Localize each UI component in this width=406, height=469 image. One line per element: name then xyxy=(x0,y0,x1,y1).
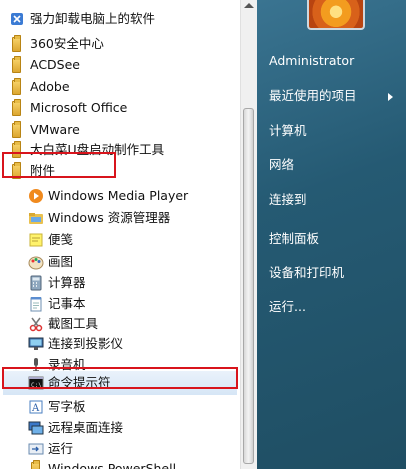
program-item-windows-explorer[interactable]: Windows 资源管理器 xyxy=(0,207,238,229)
run-icon xyxy=(28,441,44,457)
program-label: 画图 xyxy=(48,254,74,269)
program-item-uninstaller[interactable]: 强力卸载电脑上的软件 xyxy=(0,8,238,30)
folder-icon xyxy=(12,35,21,52)
projector-icon xyxy=(28,336,44,352)
program-item-calculator[interactable]: 计算器 xyxy=(0,272,238,294)
explorer-icon xyxy=(28,210,44,226)
right-pane: Administrator 最近使用的项目 计算机 网络 连接到 控制面板 设备… xyxy=(257,0,406,469)
program-label: 计算器 xyxy=(48,275,86,290)
program-item-snipping-tool[interactable]: 截图工具 xyxy=(0,313,238,335)
wordpad-icon: A xyxy=(28,399,44,415)
user-name-link[interactable]: Administrator xyxy=(269,51,354,71)
program-label: 截图工具 xyxy=(48,316,99,331)
programs-pane: 强力卸载电脑上的软件 360安全中心 ACDSee Adobe Microsof… xyxy=(0,0,257,469)
program-label: 远程桌面连接 xyxy=(48,420,124,435)
program-label: Windows 资源管理器 xyxy=(48,210,171,225)
program-label: 写字板 xyxy=(48,399,86,414)
program-label: 运行 xyxy=(48,441,74,456)
folder-icon xyxy=(12,56,21,73)
run-link[interactable]: 运行... xyxy=(269,297,306,317)
computer-link[interactable]: 计算机 xyxy=(269,121,307,141)
program-folder-adobe[interactable]: Adobe xyxy=(0,76,238,98)
program-label: 强力卸载电脑上的软件 xyxy=(30,11,156,26)
folder-icon xyxy=(12,78,21,95)
accessories-highlight-box xyxy=(2,152,116,178)
program-item-windows-media-player[interactable]: Windows Media Player xyxy=(0,185,238,207)
scroll-up-arrow-icon[interactable] xyxy=(244,3,254,8)
program-item-connect-projector[interactable]: 连接到投影仪 xyxy=(0,333,238,355)
start-menu: 强力卸载电脑上的软件 360安全中心 ACDSee Adobe Microsof… xyxy=(0,0,406,469)
calculator-icon xyxy=(28,275,44,291)
program-label: Windows PowerShell xyxy=(48,461,177,469)
user-avatar[interactable] xyxy=(307,0,365,30)
paint-icon xyxy=(28,254,44,270)
svg-text:A: A xyxy=(31,403,40,414)
connect-to-link[interactable]: 连接到 xyxy=(269,190,307,210)
media-player-icon xyxy=(28,188,44,204)
program-item-notepad[interactable]: 记事本 xyxy=(0,293,238,315)
uninstall-icon xyxy=(9,11,25,27)
folder-icon xyxy=(12,99,21,116)
program-label: ACDSee xyxy=(30,57,80,72)
network-link[interactable]: 网络 xyxy=(269,155,294,175)
program-item-paint[interactable]: 画图 xyxy=(0,251,238,273)
program-folder-360[interactable]: 360安全中心 xyxy=(0,33,238,55)
program-folder-microsoft-office[interactable]: Microsoft Office xyxy=(0,97,238,119)
sticky-notes-icon xyxy=(28,232,44,248)
chevron-right-icon xyxy=(388,93,393,101)
snipping-tool-icon xyxy=(28,316,44,332)
devices-printers-link[interactable]: 设备和打印机 xyxy=(269,263,344,283)
scrollbar[interactable] xyxy=(240,0,257,469)
notepad-icon xyxy=(28,296,44,312)
program-folder-acdsee[interactable]: ACDSee xyxy=(0,54,238,76)
command-prompt-highlight-box xyxy=(2,367,238,389)
program-item-remote-desktop[interactable]: 远程桌面连接 xyxy=(0,417,238,439)
program-label: Adobe xyxy=(30,79,70,94)
program-item-run[interactable]: 运行 xyxy=(0,438,238,460)
program-folder-vmware[interactable]: VMware xyxy=(0,119,238,141)
program-label: Microsoft Office xyxy=(30,100,128,115)
program-label: 连接到投影仪 xyxy=(48,336,124,351)
program-label: Windows Media Player xyxy=(48,188,189,203)
program-folder-powershell[interactable]: Windows PowerShell xyxy=(0,458,238,469)
program-item-wordpad[interactable]: A 写字板 xyxy=(0,396,238,418)
scroll-thumb[interactable] xyxy=(243,108,254,464)
recent-items-link[interactable]: 最近使用的项目 xyxy=(269,86,357,106)
folder-icon xyxy=(31,460,40,469)
program-label: 记事本 xyxy=(48,296,86,311)
program-label: VMware xyxy=(30,122,80,137)
control-panel-link[interactable]: 控制面板 xyxy=(269,229,319,249)
folder-icon xyxy=(12,121,21,138)
remote-desktop-icon xyxy=(28,420,44,436)
program-label: 便笺 xyxy=(48,232,74,247)
program-label: 360安全中心 xyxy=(30,36,104,51)
program-item-sticky-notes[interactable]: 便笺 xyxy=(0,229,238,251)
